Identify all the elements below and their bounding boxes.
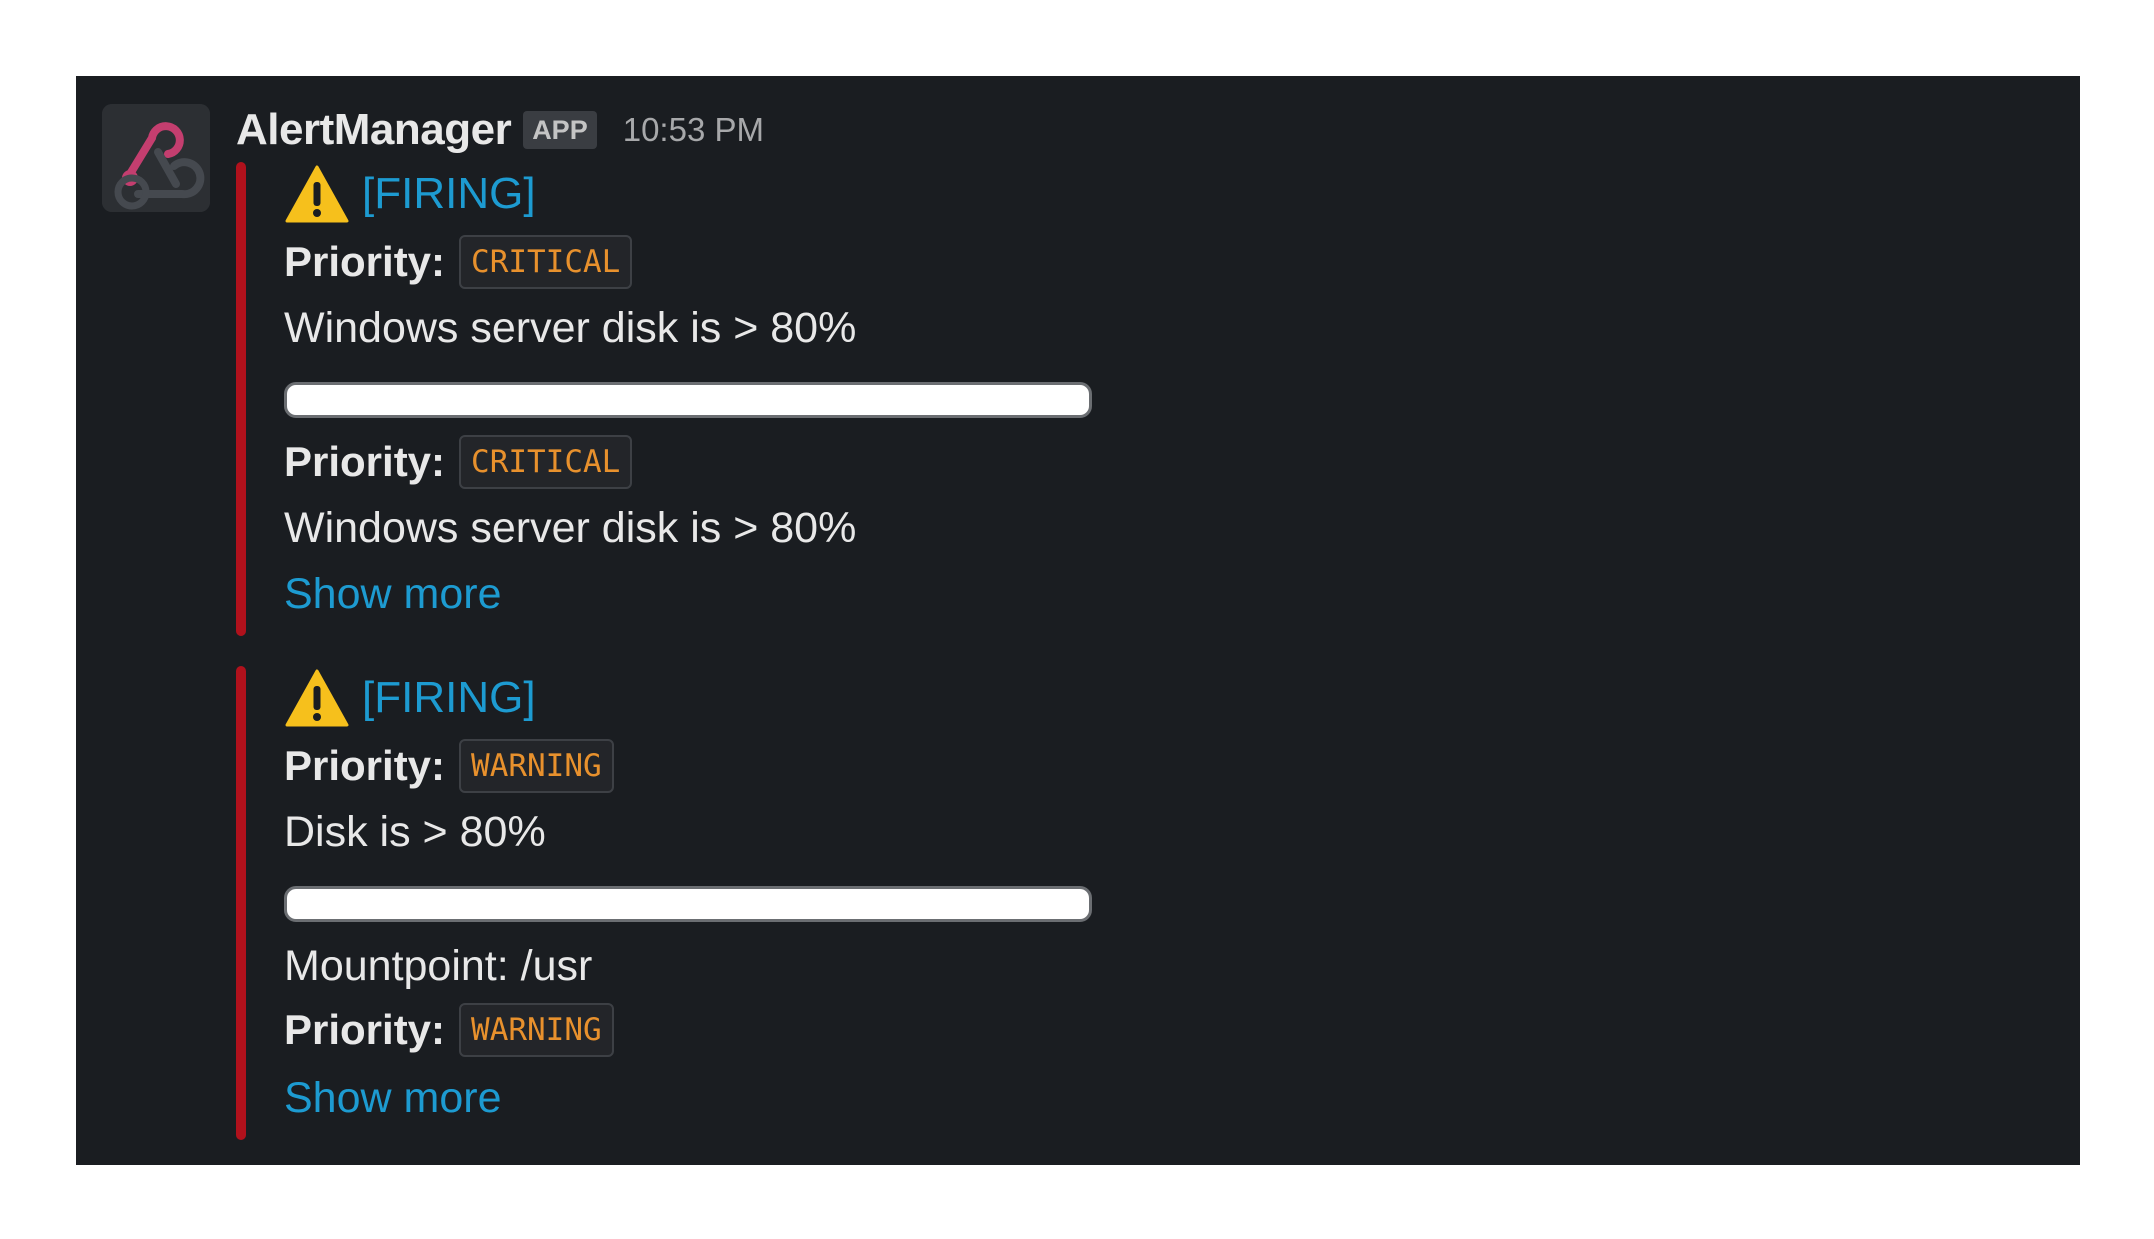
mountpoint-text: Mountpoint: /usr [284, 941, 593, 990]
summary-text: Windows server disk is > 80% [284, 303, 857, 352]
firing-status-link[interactable]: [FIRING] [362, 673, 536, 723]
warning-icon [285, 669, 349, 727]
attachment-color-bar [236, 666, 246, 1140]
priority-label: Priority: [284, 238, 446, 285]
priority-code: WARNING [459, 739, 614, 793]
attachment-color-bar [236, 162, 246, 636]
show-more-row: Show more [284, 1068, 501, 1128]
summary-text: Disk is > 80% [284, 807, 546, 856]
show-more-link[interactable]: Show more [284, 570, 501, 619]
mountpoint-row: Mountpoint: /usr [284, 936, 592, 996]
alert-title: [FIRING] [284, 162, 536, 226]
priority-row: Priority: CRITICAL [284, 232, 633, 292]
redacted-field [284, 886, 1092, 922]
alert-summary: Windows server disk is > 80% [284, 298, 856, 358]
message-header: AlertManager APP 10:53 PM [236, 98, 764, 162]
priority-code: CRITICAL [459, 435, 633, 489]
priority-label: Priority: [284, 742, 446, 789]
message-timestamp[interactable]: 10:53 PM [623, 111, 764, 149]
priority-code: WARNING [459, 1003, 614, 1057]
warning-icon [285, 165, 349, 223]
show-more-row: Show more [284, 564, 501, 624]
priority-label: Priority: [284, 438, 446, 485]
alert-summary: Windows server disk is > 80% [284, 498, 856, 558]
app-avatar[interactable] [102, 104, 210, 212]
webhook-icon [102, 104, 210, 212]
alert-summary: Disk is > 80% [284, 802, 546, 862]
priority-row: Priority: CRITICAL [284, 432, 633, 492]
priority-row: Priority: WARNING [284, 736, 614, 796]
message-panel: AlertManager APP 10:53 PM [FIRING] Prior… [76, 76, 2080, 1165]
sender-name[interactable]: AlertManager [236, 105, 512, 155]
priority-code: CRITICAL [459, 235, 633, 289]
show-more-link[interactable]: Show more [284, 1074, 501, 1123]
firing-status-link[interactable]: [FIRING] [362, 169, 536, 219]
priority-row: Priority: WARNING [284, 1000, 614, 1060]
priority-label: Priority: [284, 1006, 446, 1053]
summary-text: Windows server disk is > 80% [284, 503, 857, 552]
redacted-field [284, 382, 1092, 418]
app-badge: APP [523, 111, 597, 149]
alert-title: [FIRING] [284, 666, 536, 730]
